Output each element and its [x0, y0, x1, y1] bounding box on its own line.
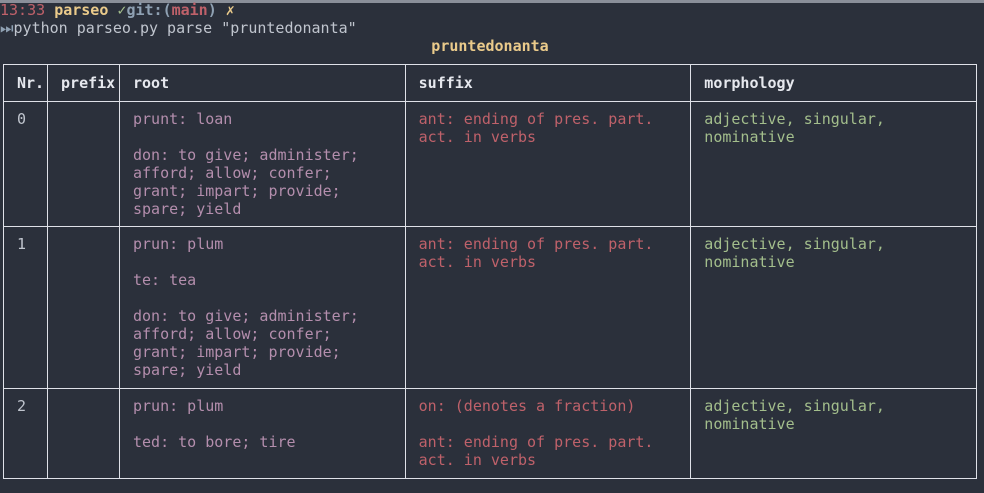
dirty-x-icon: ✗	[225, 1, 235, 19]
table-title: pruntedonanta	[431, 37, 549, 55]
prompt-directory: parseo	[54, 1, 109, 19]
cell-morphology: adjective, singular, nominative	[690, 226, 977, 389]
root-entry: prunt: loan	[132, 110, 233, 128]
prompt-branch: main	[171, 1, 208, 19]
table-row: 1 prun: plum te: tea don: to give; adminis…	[2, 226, 977, 389]
cell-prefix	[47, 101, 120, 227]
root-entry: ted: to bore; tire	[132, 433, 296, 451]
cell-nr: 1	[2, 226, 49, 389]
table-row: 2 prun: plum ted: to bore; tire on: (deno…	[2, 388, 977, 479]
prompt-time: 13:33	[0, 1, 46, 19]
prompt-git-label: git:	[126, 1, 163, 19]
suffix-entry: ant: ending of pres. part. act. in verbs	[418, 235, 654, 271]
run-icon: ⏭	[0, 19, 14, 37]
root-entry: prun: plum	[132, 397, 224, 415]
cell-root: prunt: loan don: to give; administer; aff…	[118, 101, 406, 227]
prompt-branch-open: (	[162, 1, 172, 19]
header-root: root	[118, 64, 406, 102]
cell-suffix: ant: ending of pres. part. act. in verbs	[404, 226, 692, 389]
cell-prefix	[47, 388, 120, 479]
header-suffix: suffix	[404, 64, 692, 102]
cell-root: prun: plum te: tea don: to give; administe…	[118, 226, 406, 389]
cell-suffix: on: (denotes a fraction) ant: ending of p…	[404, 388, 692, 479]
cell-morphology: adjective, singular, nominative	[690, 388, 977, 479]
header-nr: Nr.	[2, 64, 49, 102]
root-entry: don: to give; administer; afford; allow;…	[132, 146, 359, 218]
prompt-branch-close: )	[207, 1, 217, 19]
cell-nr: 2	[2, 388, 49, 479]
table-header-row: Nr. prefix root suffix morphology	[2, 64, 977, 102]
parse-results-table: Nr. prefix root suffix morphology 0 prun…	[2, 64, 977, 479]
cell-nr: 0	[2, 101, 49, 227]
root-entry: don: to give; administer; afford; allow;…	[132, 307, 359, 379]
table-row: 0 prunt: loan don: to give; administer; a…	[2, 101, 977, 227]
shell-prompt: 13:33 parseo ✓git:(main) ✗	[0, 1, 235, 19]
cell-root: prun: plum ted: to bore; tire	[118, 388, 406, 479]
command-text: python parseo.py parse "pruntedonanta"	[13, 19, 357, 37]
cell-suffix: ant: ending of pres. part. act. in verbs	[404, 101, 692, 227]
suffix-entry: on: (denotes a fraction)	[418, 397, 636, 415]
root-entry: prun: plum	[132, 235, 224, 253]
cell-prefix	[47, 226, 120, 389]
suffix-entry: ant: ending of pres. part. act. in verbs	[418, 110, 654, 146]
header-prefix: prefix	[47, 64, 120, 102]
command-line[interactable]: ⏭python parseo.py parse "pruntedonanta"	[0, 19, 357, 37]
header-morphology: morphology	[690, 64, 977, 102]
suffix-entry: ant: ending of pres. part. act. in verbs	[418, 433, 654, 469]
root-entry: te: tea	[132, 271, 197, 289]
cell-morphology: adjective, singular, nominative	[690, 101, 977, 227]
